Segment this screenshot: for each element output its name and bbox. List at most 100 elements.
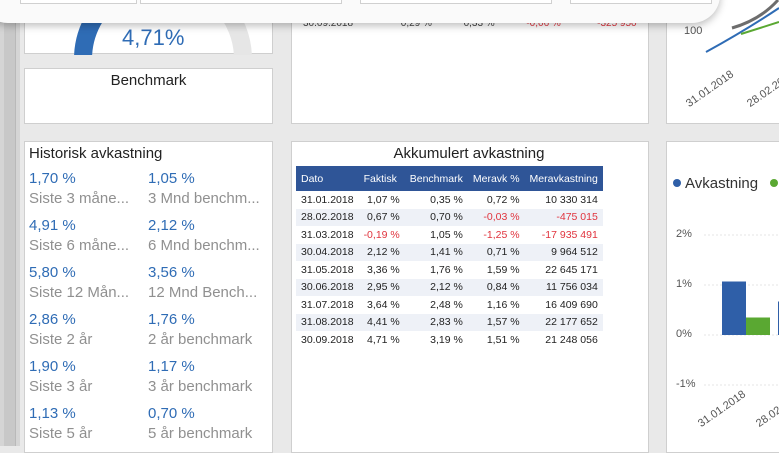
table-row: 31.08.2018 4,41 % 2,83 % 1,57 % 22 177 652 bbox=[296, 313, 603, 331]
column-header[interactable]: Benchmark bbox=[404, 166, 468, 191]
table-row: 28.02.2018 0,67 % 0,70 % -0,03 % -475 015 bbox=[296, 208, 603, 226]
table-cell: -0,19 % bbox=[363, 228, 400, 241]
bar-y-tick: 1% bbox=[676, 278, 692, 290]
overlay-field-3[interactable] bbox=[360, 0, 552, 4]
table-cell: 31.03.2018 bbox=[301, 228, 354, 241]
table-cell: 1,05 % bbox=[430, 228, 463, 241]
table-cell: 0,35 % bbox=[430, 193, 463, 206]
overlay-field-2[interactable] bbox=[140, 0, 342, 4]
table-cell: -475 015 bbox=[524, 208, 603, 226]
historisk-value: 1,90 % bbox=[29, 358, 76, 375]
historisk-value: 1,70 % bbox=[29, 170, 76, 187]
table-cell: 2,12 % bbox=[404, 278, 468, 296]
table-cell: 4,71 % bbox=[367, 333, 400, 346]
table-cell: 21 248 056 bbox=[545, 333, 598, 346]
historisk-value: 5,80 % bbox=[29, 264, 76, 281]
overlay-field-1[interactable] bbox=[20, 0, 137, 4]
gauge-value: 4,71% bbox=[122, 25, 185, 50]
bar[interactable] bbox=[746, 317, 770, 336]
table-cell: 0,72 % bbox=[486, 193, 520, 206]
line-y-tick: 100 bbox=[684, 25, 703, 37]
table-cell: 0,70 % bbox=[404, 208, 468, 226]
column-header[interactable]: Faktisk bbox=[358, 166, 405, 191]
table-cell: -17 935 491 bbox=[541, 228, 598, 241]
table-cell: 0,67 % bbox=[358, 208, 405, 226]
historisk-benchmark-value: 2,12 % bbox=[148, 217, 195, 234]
historisk-benchmark-value: 1,76 % bbox=[148, 311, 195, 328]
bar-legend: Avkastning bbox=[673, 175, 779, 192]
table-cell: 3,36 % bbox=[367, 263, 400, 276]
table-row: 30.06.2018 2,95 % 2,12 % 0,84 % 11 756 034 bbox=[296, 278, 603, 296]
legend-dot-benchmark bbox=[770, 179, 779, 187]
table-cell: 30.09.2018 bbox=[301, 333, 354, 346]
historisk-benchmark-label: 6 Mnd benchm... bbox=[148, 237, 260, 254]
table-cell: 28.02.2018 bbox=[296, 208, 359, 226]
akkumulert-table: Dato Faktisk Benchmark Meravk % Meravkastnin… bbox=[296, 166, 603, 349]
table-row: 31.01.2018 1,07 % 0,35 % 0,72 % 10 330 314 bbox=[296, 191, 603, 209]
historisk-benchmark-label: 3 år benchmark bbox=[148, 378, 253, 395]
historisk-value: 1,13 % bbox=[29, 405, 76, 422]
table-cell: 2,48 % bbox=[430, 298, 463, 311]
akkumulert-title: Akkumulert avkastning bbox=[393, 145, 545, 162]
table-cell: 16 409 690 bbox=[545, 298, 598, 311]
table-cell: 3,19 % bbox=[430, 333, 463, 346]
historisk-benchmark-label: 5 år benchmark bbox=[148, 425, 253, 442]
column-header[interactable]: Dato bbox=[296, 166, 359, 191]
historisk-benchmark-label: 12 Mnd Bench... bbox=[148, 284, 258, 301]
table-row: 30.04.2018 2,12 % 1,41 % 0,71 % 9 964 512 bbox=[296, 243, 603, 261]
bar[interactable] bbox=[722, 281, 746, 336]
historisk-label: Siste 12 Mån... bbox=[29, 284, 130, 301]
table-cell: 1,41 % bbox=[404, 243, 468, 261]
historisk-title: Historisk avkastning bbox=[29, 145, 163, 162]
historisk-label: Siste 6 måne... bbox=[29, 237, 130, 254]
scrollbar-track[interactable] bbox=[4, 0, 16, 446]
overlay-field-4[interactable] bbox=[570, 0, 712, 4]
table-cell: 10 330 314 bbox=[545, 193, 598, 206]
table-cell: 31.08.2018 bbox=[296, 313, 359, 331]
table-cell: 30.06.2018 bbox=[296, 278, 359, 296]
column-header[interactable]: Meravkastning bbox=[524, 166, 603, 191]
historisk-benchmark-value: 3,56 % bbox=[148, 264, 195, 281]
bar-y-tick: 2% bbox=[676, 228, 692, 240]
table-row: 30.09.2018 4,71 % 3,19 % 1,51 % 21 248 056 bbox=[296, 331, 603, 349]
historisk-label: Siste 2 år bbox=[29, 331, 93, 348]
table-cell: 9 964 512 bbox=[524, 243, 603, 261]
table-cell: 4,41 % bbox=[358, 313, 405, 331]
table-header-row: Dato Faktisk Benchmark Meravk % Meravkastnin… bbox=[296, 166, 603, 191]
historisk-value: 2,86 % bbox=[29, 311, 76, 328]
table-row: 31.07.2018 3,64 % 2,48 % 1,16 % 16 409 690 bbox=[296, 296, 603, 314]
table-cell: 1,76 % bbox=[430, 263, 463, 276]
historisk-label: Siste 5 år bbox=[29, 425, 93, 442]
historisk-label: Siste 3 måne... bbox=[29, 190, 130, 207]
table-cell: 30.04.2018 bbox=[296, 243, 359, 261]
historisk-benchmark-value: 0,70 % bbox=[148, 405, 195, 422]
benchmark-title: Benchmark bbox=[110, 72, 187, 89]
table-row: 31.05.2018 3,36 % 1,76 % 1,59 % 22 645 171 bbox=[296, 261, 603, 279]
historisk-benchmark-label: 3 Mnd benchm... bbox=[148, 190, 260, 207]
table-cell: 2,12 % bbox=[358, 243, 405, 261]
legend-label-avkastning: Avkastning bbox=[685, 175, 759, 192]
table-cell: 0,71 % bbox=[467, 243, 525, 261]
historisk-benchmark-label: 2 år benchmark bbox=[148, 331, 253, 348]
left-scrollbar[interactable] bbox=[0, 0, 20, 446]
overlay-curve bbox=[731, 0, 779, 30]
table-cell: 22 645 171 bbox=[545, 263, 598, 276]
bar-y-tick: -1% bbox=[676, 378, 696, 390]
table-cell: -1,25 % bbox=[483, 228, 520, 241]
table-cell: 31.07.2018 bbox=[301, 298, 354, 311]
table-cell: 3,64 % bbox=[367, 298, 400, 311]
table-cell: 1,57 % bbox=[467, 313, 525, 331]
column-header[interactable]: Meravk % bbox=[467, 166, 525, 191]
historisk-benchmark-value: 1,17 % bbox=[148, 358, 195, 375]
bar-y-tick: 0% bbox=[676, 328, 692, 340]
table-cell: 11 756 034 bbox=[524, 278, 603, 296]
table-cell: 22 177 652 bbox=[524, 313, 603, 331]
historisk-benchmark-value: 1,05 % bbox=[148, 170, 195, 187]
table-cell: 1,16 % bbox=[486, 298, 520, 311]
table-cell: 2,83 % bbox=[404, 313, 468, 331]
table-cell: 31.05.2018 bbox=[301, 263, 354, 276]
table-cell: 1,59 % bbox=[486, 263, 520, 276]
table-cell: 2,95 % bbox=[358, 278, 405, 296]
table-cell: 31.01.2018 bbox=[301, 193, 354, 206]
top-overlay-panel bbox=[0, 0, 720, 23]
